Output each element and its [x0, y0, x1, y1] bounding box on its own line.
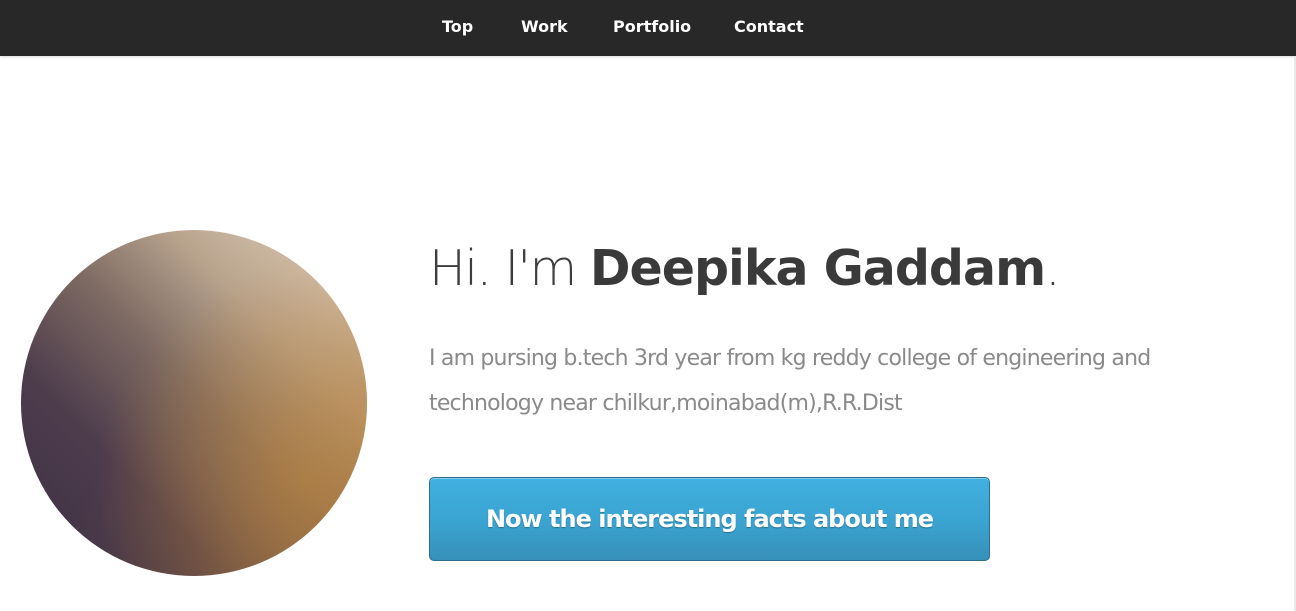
hero-headline: Hi. I'm Deepika Gaddam.	[429, 236, 1061, 302]
hero-name: Deepika Gaddam	[589, 240, 1046, 297]
nav-link-top[interactable]: Top	[442, 17, 473, 37]
nav-link-work[interactable]: Work	[521, 17, 568, 37]
profile-avatar-shading	[21, 230, 367, 576]
nav-link-contact[interactable]: Contact	[734, 17, 804, 37]
nav-link-portfolio[interactable]: Portfolio	[613, 17, 691, 37]
hero-intro-text: I am pursing b.tech 3rd year from kg red…	[429, 346, 1151, 416]
page: Top Work Portfolio Contact Hi. I'm Deepi…	[0, 0, 1296, 611]
hero-period: .	[1045, 240, 1061, 297]
top-navbar: Top Work Portfolio Contact	[0, 0, 1296, 56]
interesting-facts-button[interactable]: Now the interesting facts about me	[429, 477, 990, 561]
hero-greeting: Hi. I'm	[429, 240, 577, 297]
